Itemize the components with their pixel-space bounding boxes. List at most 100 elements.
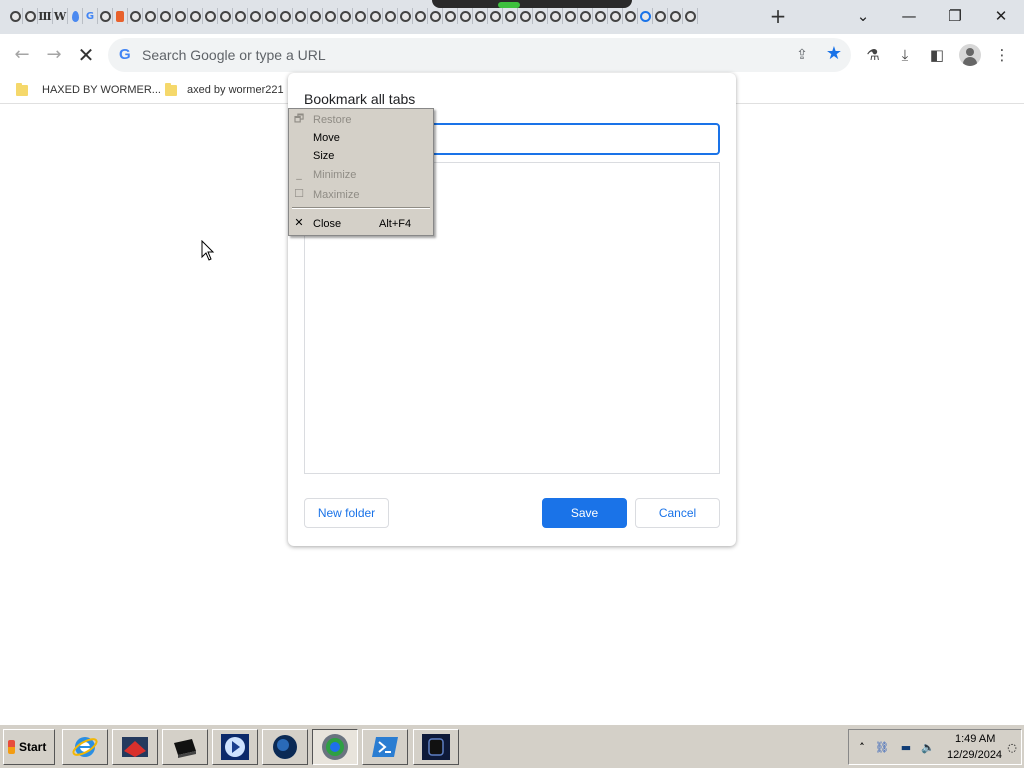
start-button[interactable]: Start bbox=[3, 729, 55, 765]
tab-favicon[interactable] bbox=[293, 8, 308, 24]
tab-favicon[interactable] bbox=[128, 8, 143, 24]
tab-favicon[interactable] bbox=[593, 8, 608, 24]
bookmark-folder[interactable]: HAXED BY WORMER... bbox=[16, 81, 161, 99]
clock-time[interactable]: 1:49 AM bbox=[955, 733, 995, 745]
close-button[interactable]: ✕ bbox=[987, 4, 1015, 28]
restore-button[interactable]: ❐ bbox=[941, 4, 969, 28]
tab-favicon[interactable] bbox=[173, 8, 188, 24]
red-box-icon bbox=[122, 737, 148, 757]
menu-item-minimize[interactable]: _ Minimize bbox=[289, 166, 433, 184]
labs-icon[interactable]: ⚗ bbox=[862, 44, 884, 66]
taskbar-app-dark[interactable] bbox=[413, 729, 459, 765]
tab-favicon[interactable] bbox=[578, 8, 593, 24]
tab-favicon[interactable] bbox=[203, 8, 218, 24]
globe-icon bbox=[273, 735, 297, 759]
tab-favicon[interactable] bbox=[428, 8, 443, 24]
tab-favicon[interactable] bbox=[683, 8, 698, 24]
maximize-icon: ☐ bbox=[294, 187, 304, 200]
tab-favicon[interactable] bbox=[443, 8, 458, 24]
taskbar-app-red[interactable] bbox=[112, 729, 158, 765]
tab-favicon[interactable] bbox=[308, 8, 323, 24]
new-tab-button[interactable]: + bbox=[768, 6, 788, 26]
tab-favicon[interactable] bbox=[608, 8, 623, 24]
bookmark-star-icon[interactable]: ★ bbox=[824, 44, 844, 64]
tab-favicon[interactable] bbox=[158, 8, 173, 24]
tab-favicon[interactable] bbox=[413, 8, 428, 24]
tab-favicon[interactable] bbox=[233, 8, 248, 24]
menu-item-size[interactable]: Size bbox=[289, 147, 433, 165]
tab-favicon[interactable] bbox=[473, 8, 488, 24]
tab-favicon[interactable] bbox=[323, 8, 338, 24]
active-tab[interactable] bbox=[432, 0, 632, 8]
cancel-button[interactable]: Cancel bbox=[635, 498, 720, 528]
taskbar-app-black[interactable] bbox=[162, 729, 208, 765]
tab-favicon[interactable] bbox=[338, 8, 353, 24]
tab-favicon[interactable] bbox=[623, 8, 638, 24]
menu-item-restore[interactable]: 🗗 Restore bbox=[289, 111, 433, 129]
minimize-icon: _ bbox=[296, 167, 302, 180]
screen: Ⅲ W G + ⌄ — ❐ ✕ ← → ✕ G Search Google or… bbox=[0, 0, 1024, 768]
tab-favicon[interactable] bbox=[143, 8, 158, 24]
restore-icon: 🗗 bbox=[293, 112, 305, 125]
menu-item-move[interactable]: Move bbox=[289, 129, 433, 147]
tab-favicon[interactable] bbox=[563, 8, 578, 24]
tab-favicon[interactable] bbox=[23, 8, 38, 24]
tab-favicon[interactable] bbox=[248, 8, 263, 24]
taskbar-globe-app[interactable] bbox=[262, 729, 308, 765]
notification-icon[interactable]: ◌ bbox=[1005, 741, 1019, 755]
tab-favicon[interactable] bbox=[503, 8, 518, 24]
mouse-cursor-icon bbox=[201, 240, 215, 261]
tab-favicon[interactable] bbox=[98, 8, 113, 24]
tab-favicon[interactable] bbox=[518, 8, 533, 24]
tab-favicon[interactable] bbox=[68, 8, 83, 24]
tab-search-button[interactable]: ⌄ bbox=[849, 4, 877, 28]
taskbar-internet-explorer[interactable] bbox=[62, 729, 108, 765]
tab-favicon[interactable] bbox=[398, 8, 413, 24]
menu-icon[interactable]: ⋮ bbox=[991, 44, 1013, 66]
taskbar-media-player[interactable] bbox=[212, 729, 258, 765]
forward-button[interactable]: → bbox=[42, 44, 66, 66]
tab-favicon[interactable] bbox=[668, 8, 683, 24]
tab-favicon[interactable] bbox=[383, 8, 398, 24]
tab-favicon[interactable] bbox=[188, 8, 203, 24]
network-icon[interactable]: ⛓ bbox=[875, 741, 889, 755]
tab-favicon[interactable] bbox=[218, 8, 233, 24]
minimize-button[interactable]: — bbox=[895, 4, 923, 28]
chevron-up-icon[interactable]: ˄ bbox=[855, 741, 869, 755]
share-icon[interactable]: ⇪ bbox=[793, 45, 811, 63]
bookmark-folder[interactable]: axed by wormer221 bbox=[165, 81, 284, 99]
tab-favicon[interactable] bbox=[488, 8, 503, 24]
volume-icon[interactable]: 🔈 bbox=[921, 741, 935, 755]
clock-date[interactable]: 12/29/2024 bbox=[947, 749, 1002, 761]
tab-favicon[interactable]: Ⅲ bbox=[38, 8, 53, 24]
download-icon[interactable]: ⤓ bbox=[894, 44, 916, 66]
tab-favicon[interactable] bbox=[653, 8, 668, 24]
menu-item-maximize[interactable]: ☐ Maximize bbox=[289, 186, 433, 204]
side-panel-icon[interactable]: ◧ bbox=[926, 44, 948, 66]
tab-favicon[interactable] bbox=[278, 8, 293, 24]
tab-favicon[interactable] bbox=[638, 8, 653, 24]
new-folder-button[interactable]: New folder bbox=[304, 498, 389, 528]
tab-favicon[interactable] bbox=[8, 8, 23, 24]
menu-item-close[interactable]: ✕ Close Alt+F4 bbox=[289, 215, 433, 233]
taskbar-chrome-app[interactable] bbox=[312, 729, 358, 765]
tab-favicon[interactable]: W bbox=[53, 8, 68, 24]
profile-avatar[interactable] bbox=[959, 44, 981, 66]
tab-favicon[interactable] bbox=[548, 8, 563, 24]
display-icon[interactable]: ▬ bbox=[899, 741, 913, 755]
save-button[interactable]: Save bbox=[542, 498, 627, 528]
windows-logo-icon bbox=[8, 740, 15, 754]
black-device-icon bbox=[174, 739, 196, 758]
tab-favicon[interactable] bbox=[353, 8, 368, 24]
omnibox[interactable]: G Search Google or type a URL ⇪ ★ bbox=[108, 38, 851, 72]
media-player-icon bbox=[221, 734, 249, 760]
back-button[interactable]: ← bbox=[10, 44, 34, 66]
tab-favicon[interactable] bbox=[458, 8, 473, 24]
stop-button[interactable]: ✕ bbox=[74, 44, 98, 66]
tab-favicon[interactable] bbox=[113, 8, 128, 24]
taskbar-powershell[interactable] bbox=[362, 729, 408, 765]
tab-favicon[interactable] bbox=[368, 8, 383, 24]
tab-favicon[interactable] bbox=[533, 8, 548, 24]
tab-favicon[interactable] bbox=[263, 8, 278, 24]
tab-favicon[interactable]: G bbox=[83, 8, 98, 24]
